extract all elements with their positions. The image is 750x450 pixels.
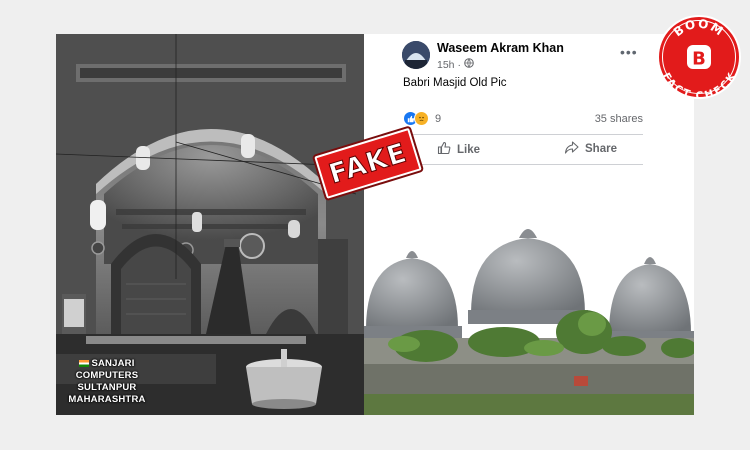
reactions-summary[interactable]: 9 (403, 111, 441, 126)
author-avatar[interactable] (402, 41, 430, 69)
divider (403, 134, 643, 135)
watermark-line-3: SULTANPUR (77, 382, 137, 393)
image-watermark: SANJARI COMPUTERS SULTANPUR MAHARASHTRA (62, 358, 152, 406)
watermark-line-1: SANJARI (91, 358, 135, 369)
share-arrow-icon (564, 141, 579, 157)
post-time[interactable]: 15h (437, 59, 455, 71)
fact-check-graphic: SANJARI COMPUTERS SULTANPUR MAHARASHTRA … (0, 0, 750, 450)
like-label: Like (457, 143, 481, 156)
post-author[interactable]: Waseem Akram Khan (437, 41, 564, 55)
thumbs-up-icon (437, 141, 451, 158)
share-button[interactable]: Share (564, 141, 617, 157)
divider (403, 164, 643, 165)
reaction-count: 9 (435, 112, 442, 125)
india-flag-icon (79, 359, 90, 367)
babri-masjid-photo (364, 214, 694, 415)
watermark-line-4: MAHARASHTRA (68, 394, 146, 405)
globe-icon[interactable] (464, 58, 474, 71)
boom-fact-check-badge: BOOM FACT CHECK B (654, 12, 744, 102)
shares-count[interactable]: 35 shares (595, 113, 643, 125)
like-button[interactable]: Like (437, 141, 480, 158)
post-meta: 15h · (437, 58, 474, 71)
share-label: Share (585, 143, 617, 155)
watermark-line-2: COMPUTERS (75, 370, 139, 381)
badge-letter: B (692, 49, 706, 70)
more-options-icon[interactable]: ••• (620, 44, 638, 60)
facebook-post: Waseem Akram Khan 15h · ••• Babri Masjid… (364, 34, 694, 415)
separator-dot: · (457, 58, 462, 71)
sad-icon (414, 111, 429, 126)
post-text: Babri Masjid Old Pic (403, 77, 507, 89)
